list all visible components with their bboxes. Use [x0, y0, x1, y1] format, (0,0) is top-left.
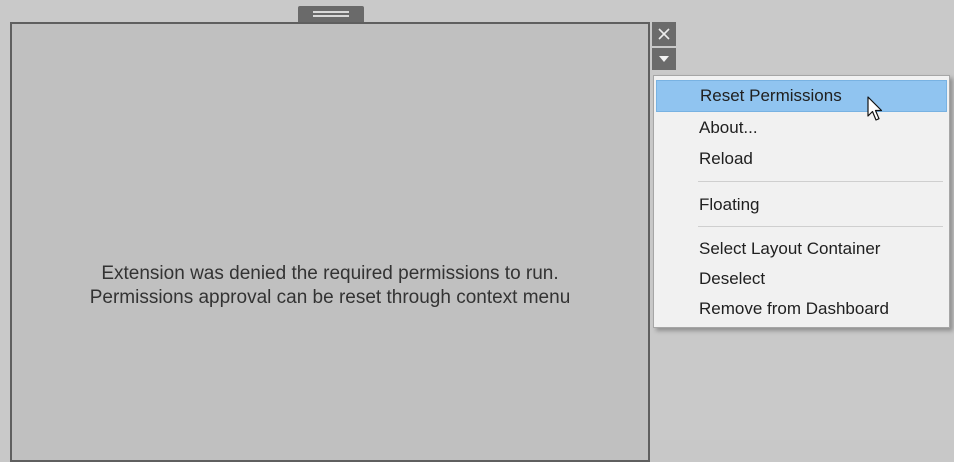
more-options-button[interactable] [652, 48, 676, 70]
grip-icon-line [313, 15, 349, 17]
menu-item-select-layout-container[interactable]: Select Layout Container [656, 233, 947, 265]
message-line-1: Extension was denied the required permis… [101, 263, 559, 284]
menu-item-deselect[interactable]: Deselect [656, 263, 947, 295]
extension-zone[interactable] [10, 22, 650, 462]
close-icon [658, 28, 670, 40]
zone-move-handle[interactable] [298, 6, 364, 22]
menu-item-reload[interactable]: Reload [656, 143, 947, 175]
grip-icon [313, 11, 349, 13]
menu-separator [698, 181, 943, 182]
message-line-2: Permissions approval can be reset throug… [89, 287, 571, 308]
menu-item-about[interactable]: About... [656, 112, 947, 144]
permission-denied-message: Extension was denied the required permis… [10, 262, 650, 310]
menu-item-floating[interactable]: Floating [656, 189, 947, 221]
menu-separator [698, 226, 943, 227]
menu-item-reset-permissions[interactable]: Reset Permissions [656, 80, 947, 112]
close-button[interactable] [652, 22, 676, 46]
chevron-down-icon [659, 56, 669, 62]
mouse-cursor-icon [867, 96, 883, 121]
context-menu: Reset Permissions About... Reload Floati… [653, 75, 950, 328]
menu-item-remove-from-dashboard[interactable]: Remove from Dashboard [656, 293, 947, 325]
